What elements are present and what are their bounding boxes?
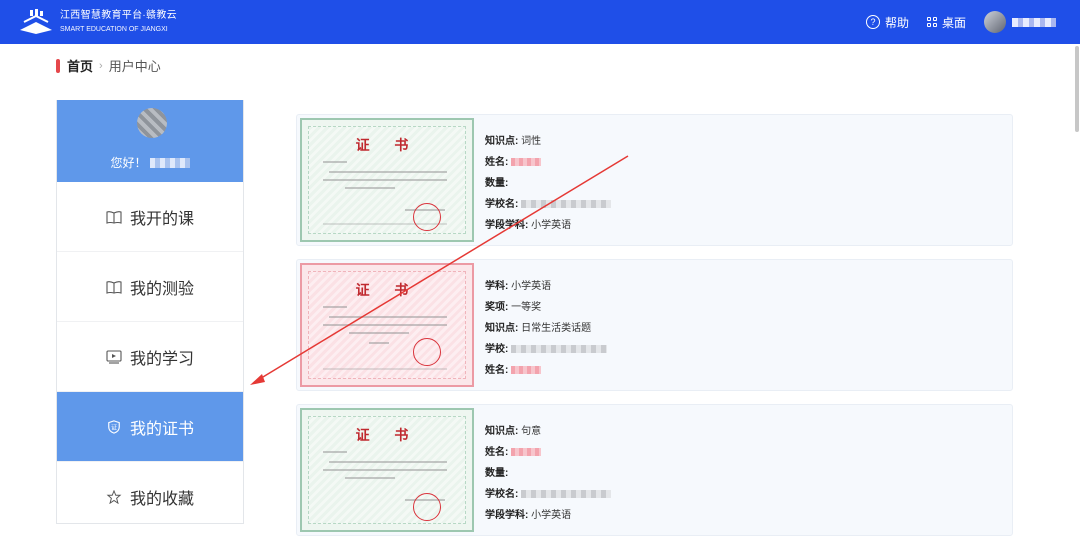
sidebar-item-my-quizzes[interactable]: 我的测验 <box>57 252 243 322</box>
certificate-title: 证 书 <box>355 138 419 154</box>
breadcrumb-marker <box>56 58 60 73</box>
sidebar-item-my-courses[interactable]: 我开的课 <box>57 182 243 252</box>
star-icon <box>106 489 122 504</box>
redacted-school <box>511 345 608 354</box>
video-icon <box>106 349 122 364</box>
breadcrumb-separator: › <box>99 59 103 72</box>
info-row: 奖项: 一等奖 <box>485 302 542 313</box>
greeting-name-redacted <box>149 157 190 168</box>
certificate-info: 学科: 小学英语 奖项: 一等奖 知识点: 日常生活类话题 学校: 姓名: <box>485 276 608 381</box>
certificate-info: 知识点: 句意 姓名: 数量: 学校名: 学段学科: 小学英语 <box>485 421 612 526</box>
help-link[interactable]: ? 帮助 <box>865 14 909 31</box>
shield-icon: 证 <box>108 419 120 434</box>
sidebar-item-my-learning[interactable]: 我的学习 <box>57 322 243 392</box>
info-row: 知识点: 句意 <box>485 426 542 437</box>
brand[interactable]: 江西智慧教育平台·赣教云 SMART EDUCATION OF JIANGXI <box>60 10 177 35</box>
user-sidebar: 您好！ 我开的课 我的测验 我的学习 证 我的证书 我的收藏 <box>56 100 244 524</box>
user-avatar[interactable] <box>984 11 1006 33</box>
profile-header: 您好！ <box>57 100 243 182</box>
certificate-title: 证 书 <box>355 283 419 299</box>
certificate-info: 知识点: 词性 姓名: 数量: 学校名: 学段学科: 小学英语 <box>485 131 612 236</box>
seal-stamp <box>413 203 441 231</box>
seal-stamp <box>413 493 441 521</box>
info-row: 姓名: <box>485 152 611 173</box>
info-row: 知识点: 日常生活类话题 <box>485 323 592 334</box>
sidebar-item-label: 我开的课 <box>129 210 194 228</box>
desktop-link[interactable]: 桌面 <box>926 14 966 31</box>
info-row: 数量: <box>485 468 509 479</box>
redacted-name <box>511 366 542 375</box>
profile-avatar[interactable] <box>137 108 167 138</box>
book-icon <box>106 280 122 294</box>
redacted-name <box>511 158 542 167</box>
info-row: 姓名: <box>485 442 611 463</box>
sidebar-item-label: 我的学习 <box>129 350 194 368</box>
certificate-image[interactable]: 证 书 <box>300 408 474 532</box>
top-navbar: 江西智慧教育平台·赣教云 SMART EDUCATION OF JIANGXI … <box>0 0 1080 44</box>
book-icon <box>106 210 122 224</box>
page-scrollbar[interactable] <box>1075 46 1079 132</box>
breadcrumb-home[interactable]: 首页 <box>67 56 93 75</box>
grid-icon <box>926 17 937 27</box>
info-row: 学科: 小学英语 <box>485 281 552 292</box>
sidebar-item-label: 我的收藏 <box>129 490 194 508</box>
breadcrumb: 首页 › 用户中心 <box>56 56 161 75</box>
breadcrumb-current: 用户中心 <box>108 59 161 74</box>
info-row: 学校名: <box>485 194 612 215</box>
help-label: 帮助 <box>884 15 909 30</box>
info-row: 学校: <box>485 339 608 360</box>
brand-name-cn: 江西智慧教育平台·赣教云 <box>60 10 177 21</box>
certificate-card[interactable]: 证 书 知识点: 词性 姓名: 数量: 学校名: 学段学科: 小学英语 <box>296 114 1013 246</box>
info-row: 姓名: <box>485 360 607 381</box>
greeting-text: 您好！ <box>110 156 147 170</box>
platform-logo[interactable] <box>16 8 56 36</box>
user-name-redacted[interactable] <box>1012 17 1056 27</box>
certificate-image[interactable]: 证 书 <box>300 118 474 242</box>
certificate-card[interactable]: 证 书 学科: 小学英语 奖项: 一等奖 知识点: 日常生活类话题 学校: 姓名… <box>296 259 1013 391</box>
info-row: 数量: <box>485 178 509 189</box>
info-row: 学段学科: 小学英语 <box>485 220 572 231</box>
desktop-label: 桌面 <box>941 15 966 30</box>
question-icon: ? <box>865 15 880 29</box>
sidebar-item-label: 我的证书 <box>129 420 194 438</box>
info-row: 学段学科: 小学英语 <box>485 510 572 521</box>
svg-text:证: 证 <box>111 424 117 431</box>
certificate-title: 证 书 <box>355 428 419 444</box>
redacted-school <box>521 490 612 499</box>
info-row: 学校名: <box>485 484 612 505</box>
redacted-name <box>511 448 542 457</box>
certificate-card[interactable]: 证 书 知识点: 句意 姓名: 数量: 学校名: 学段学科: 小学英语 <box>296 404 1013 536</box>
redacted-school <box>521 200 612 209</box>
certificate-image[interactable]: 证 书 <box>300 263 474 387</box>
sidebar-item-label: 我的测验 <box>129 280 194 298</box>
sidebar-item-my-certificates[interactable]: 证 我的证书 <box>57 392 243 462</box>
sidebar-item-my-favorites[interactable]: 我的收藏 <box>57 462 243 523</box>
greeting: 您好！ <box>57 154 243 171</box>
seal-stamp <box>413 338 441 366</box>
info-row: 知识点: 词性 <box>485 136 542 147</box>
brand-name-en: SMART EDUCATION OF JIANGXI <box>60 26 168 33</box>
